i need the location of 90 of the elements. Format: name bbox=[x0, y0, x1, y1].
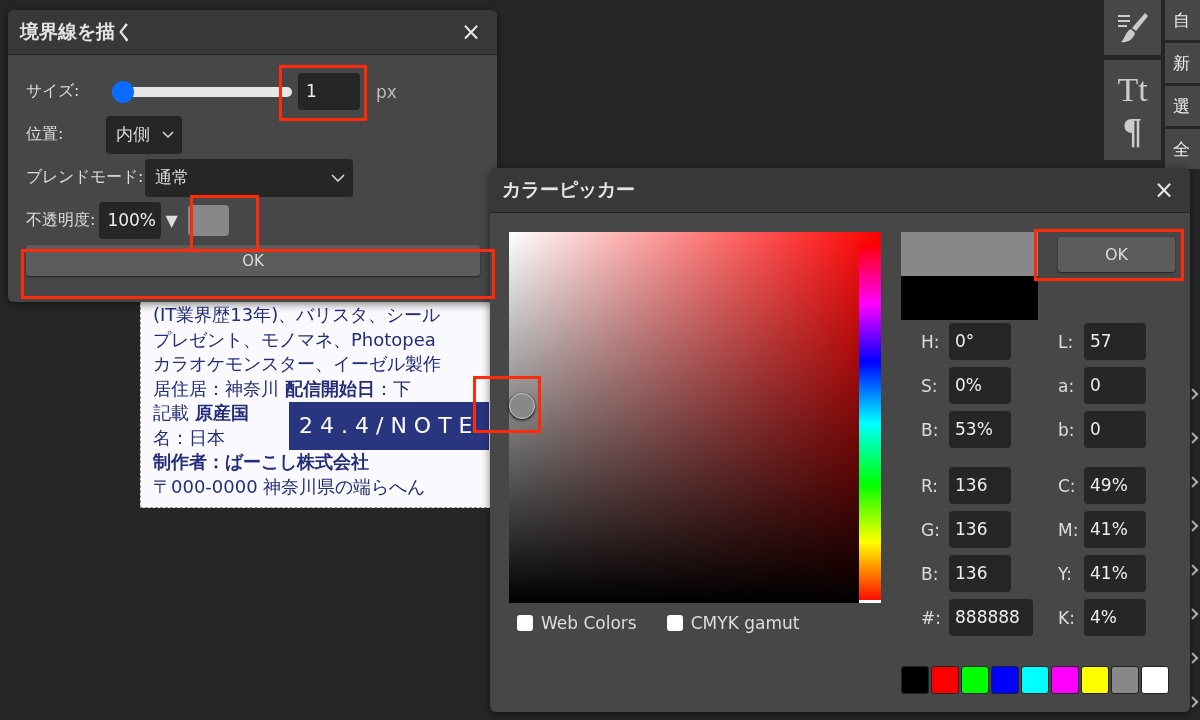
checkbox-label: CMYK gamut bbox=[690, 613, 800, 633]
value-input[interactable]: 136 bbox=[949, 467, 1011, 504]
value-input[interactable]: 136 bbox=[949, 555, 1011, 592]
opacity-label: 不透明度: bbox=[26, 210, 96, 231]
color-swatch[interactable] bbox=[1021, 666, 1049, 694]
field-label: H: bbox=[920, 331, 941, 352]
size-slider[interactable] bbox=[112, 80, 292, 103]
document-text: プレゼント、モノマネ、Photopea bbox=[153, 327, 436, 352]
document-text: 〒000-0000 神奈川県の端らへん bbox=[153, 474, 426, 499]
checkbox-label: Web Colors bbox=[541, 613, 637, 633]
field-label: a: bbox=[1058, 375, 1076, 396]
checkbox[interactable] bbox=[517, 615, 533, 631]
hue-marker[interactable] bbox=[859, 600, 881, 603]
hue-slider[interactable] bbox=[859, 243, 881, 603]
field-label: S: bbox=[920, 375, 939, 396]
field-label: R: bbox=[920, 475, 940, 496]
color-swatch[interactable] bbox=[1141, 666, 1169, 694]
field-label: C: bbox=[1058, 475, 1077, 496]
menu-item[interactable]: 選 bbox=[1165, 86, 1200, 126]
value-input[interactable]: 0° bbox=[949, 323, 1011, 360]
blend-mode-label: ブレンドモード: bbox=[26, 167, 144, 188]
field-label: B: bbox=[920, 419, 940, 440]
menu-item[interactable]: 全 bbox=[1165, 129, 1200, 169]
ok-button[interactable]: OK bbox=[1058, 237, 1175, 272]
brush-tool[interactable] bbox=[1104, 0, 1161, 55]
document-text: 記載 原産国 bbox=[153, 401, 249, 425]
document-text: 居住居：神奈川 配信開始日：下 bbox=[153, 376, 411, 401]
value-input[interactable]: 0 bbox=[1084, 411, 1146, 448]
slider-thumb[interactable] bbox=[112, 80, 134, 103]
value-input[interactable]: 888888 bbox=[949, 599, 1033, 636]
highlight-frame bbox=[473, 376, 541, 433]
chevron-icon[interactable] bbox=[1191, 432, 1199, 444]
document-text: (IT業界歴13年)、バリスタ、シール bbox=[153, 303, 441, 327]
menu-item[interactable]: 自 bbox=[1165, 0, 1200, 40]
document-banner: 24.4/NOTE bbox=[289, 402, 489, 450]
opacity-dropdown-arrow[interactable]: ▼ bbox=[165, 211, 178, 230]
opacity-input[interactable]: 100% bbox=[99, 202, 162, 239]
field-label: #: bbox=[920, 607, 942, 628]
chevron-icon[interactable] bbox=[1191, 476, 1199, 488]
document-text: カラオケモンスター、イーゼル製作 bbox=[153, 352, 441, 376]
paragraph-tool[interactable]: ¶ bbox=[1122, 111, 1143, 151]
value-input[interactable]: 41% bbox=[1084, 555, 1146, 592]
blend-mode-dropdown[interactable]: 通常 bbox=[145, 158, 354, 197]
value-input[interactable]: 136 bbox=[949, 511, 1011, 548]
color-swatch[interactable] bbox=[901, 666, 929, 694]
close-button[interactable]: × bbox=[456, 18, 485, 46]
color-field[interactable] bbox=[509, 232, 881, 603]
field-label: M: bbox=[1058, 519, 1080, 540]
value-input[interactable]: 0 bbox=[1084, 367, 1146, 404]
chevron-icon[interactable] bbox=[1191, 696, 1199, 708]
unit-label: px bbox=[376, 81, 397, 102]
value-input[interactable]: 57 bbox=[1084, 323, 1146, 360]
color-field-thumb[interactable] bbox=[509, 393, 535, 420]
menu-item[interactable]: 新 bbox=[1165, 43, 1200, 83]
field-label: G: bbox=[920, 519, 941, 540]
field-label: B: bbox=[920, 563, 940, 584]
dialog-title: 境界線を描く bbox=[20, 19, 134, 44]
position-label: 位置: bbox=[26, 124, 65, 145]
chevron-down-icon bbox=[162, 130, 174, 139]
value-input[interactable]: 4% bbox=[1084, 599, 1146, 636]
field-label: b: bbox=[1058, 419, 1076, 440]
chevron-icon[interactable] bbox=[1191, 520, 1199, 532]
close-button[interactable]: × bbox=[1149, 176, 1178, 204]
field-label: K: bbox=[1058, 607, 1076, 628]
document-text: 名：日本 bbox=[153, 425, 225, 450]
stroke-color-swatch[interactable] bbox=[187, 205, 229, 236]
color-swatch[interactable] bbox=[991, 666, 1019, 694]
checkbox[interactable] bbox=[666, 615, 683, 631]
dialog-title: カラーピッカー bbox=[502, 177, 635, 202]
field-label: L: bbox=[1058, 331, 1075, 352]
chevron-icon[interactable] bbox=[1191, 388, 1199, 400]
color-swatch[interactable] bbox=[1111, 666, 1139, 694]
value-input[interactable]: 49% bbox=[1084, 467, 1146, 504]
color-swatch[interactable] bbox=[931, 666, 959, 694]
position-dropdown[interactable]: 内側 bbox=[106, 115, 182, 154]
size-input[interactable]: 1 bbox=[298, 73, 360, 110]
color-swatch[interactable] bbox=[1051, 666, 1079, 694]
document-text: 制作者：ばーこし株式会社 bbox=[153, 450, 369, 474]
field-label: Y: bbox=[1058, 563, 1073, 584]
value-input[interactable]: 53% bbox=[949, 411, 1011, 448]
chevron-icon[interactable] bbox=[1191, 608, 1199, 620]
chevron-down-icon bbox=[331, 173, 346, 182]
chevron-icon[interactable] bbox=[1191, 564, 1199, 576]
chevron-icon[interactable] bbox=[1191, 652, 1199, 664]
text-tool[interactable]: Tt bbox=[1117, 69, 1148, 111]
color-swatch[interactable] bbox=[961, 666, 989, 694]
value-input[interactable]: 41% bbox=[1084, 511, 1146, 548]
size-label: サイズ: bbox=[26, 81, 81, 102]
value-input[interactable]: 0% bbox=[949, 367, 1011, 404]
color-swatch[interactable] bbox=[1081, 666, 1109, 694]
